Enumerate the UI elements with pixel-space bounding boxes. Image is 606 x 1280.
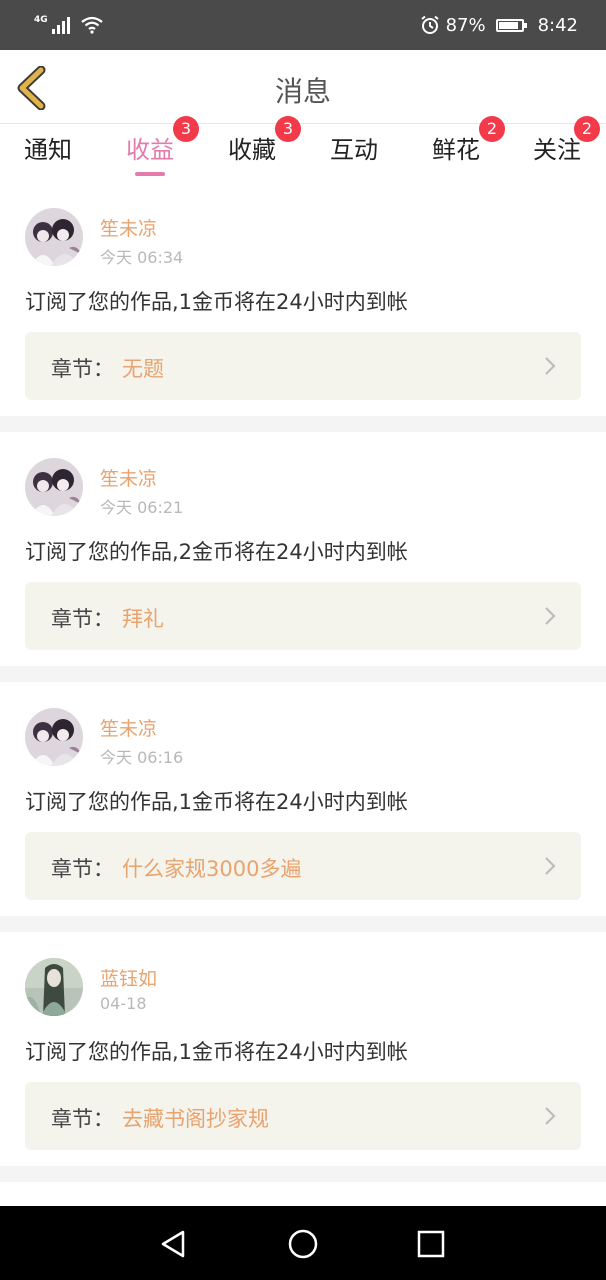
timestamp: 04-18 [100, 994, 147, 1013]
chevron-right-icon [545, 1107, 556, 1125]
timestamp: 今天 06:21 [100, 498, 184, 517]
list-item: 蓝钰如 04-18 订阅了您的作品,1金币将在24小时内到帐 章节： 去藏书阁抄… [0, 932, 606, 1166]
avatar[interactable] [25, 208, 83, 266]
user-name[interactable]: 笙未凉 [100, 214, 157, 241]
tab-flowers[interactable]: 鲜花 2 [411, 116, 505, 182]
chapter-title: 拜礼 [122, 607, 164, 631]
unread-badge: 3 [275, 116, 301, 142]
tab-label: 互动 [330, 136, 378, 164]
chapter-link[interactable]: 章节： 去藏书阁抄家规 [25, 1082, 581, 1150]
list-item: 笙未凉 今天 06:16 订阅了您的作品,1金币将在24小时内到帐 章节： 什么… [0, 682, 606, 916]
wifi-icon [80, 16, 103, 34]
timestamp: 今天 06:16 [100, 748, 184, 767]
tab-interaction[interactable]: 互动 [309, 124, 399, 182]
user-name[interactable]: 蓝钰如 [100, 964, 157, 991]
chapter-link[interactable]: 章节： 无题 [25, 332, 581, 400]
triangle-back-icon[interactable] [157, 1228, 189, 1260]
chapter-title: 去藏书阁抄家规 [122, 1107, 269, 1131]
chapter-label: 章节： [51, 1107, 114, 1131]
avatar[interactable] [25, 708, 83, 766]
status-bar: 4G 87% 8:42 [0, 0, 606, 50]
network-type: 4G [34, 15, 48, 25]
message-text: 订阅了您的作品,2金币将在24小时内到帐 [25, 540, 408, 564]
tab-label: 收益 [126, 136, 174, 164]
tab-follow[interactable]: 关注 2 [512, 116, 602, 182]
clock: 8:42 [537, 14, 578, 36]
tab-earnings[interactable]: 收益 3 [105, 116, 199, 182]
chevron-right-icon [545, 357, 556, 375]
unread-badge: 3 [173, 116, 199, 142]
user-name[interactable]: 笙未凉 [100, 464, 157, 491]
header: 消息 [0, 50, 606, 124]
system-nav-bar [0, 1206, 606, 1280]
chapter-title: 什么家规3000多遍 [122, 857, 302, 881]
chevron-right-icon [545, 857, 556, 875]
avatar[interactable] [25, 458, 83, 516]
battery-icon [495, 18, 527, 32]
tab-bar: 通知 收益 3 收藏 3 互动 鲜花 2 关注 2 [0, 116, 606, 182]
tab-notice[interactable]: 通知 [3, 124, 93, 182]
signal-icon [51, 16, 70, 34]
tab-favorites[interactable]: 收藏 3 [207, 116, 301, 182]
chevron-right-icon [545, 607, 556, 625]
unread-badge: 2 [479, 116, 505, 142]
alarm-icon [420, 15, 439, 34]
tab-label: 鲜花 [432, 136, 480, 164]
unread-badge: 2 [574, 116, 600, 142]
timestamp: 今天 06:34 [100, 248, 184, 267]
avatar[interactable] [25, 958, 83, 1016]
message-text: 订阅了您的作品,1金币将在24小时内到帐 [25, 1040, 408, 1064]
chapter-link[interactable]: 章节： 拜礼 [25, 582, 581, 650]
tab-label: 关注 [533, 136, 581, 164]
message-text: 订阅了您的作品,1金币将在24小时内到帐 [25, 290, 408, 314]
message-text: 订阅了您的作品,1金币将在24小时内到帐 [25, 790, 408, 814]
page-title: 消息 [274, 75, 331, 108]
chapter-title: 无题 [122, 357, 164, 381]
chapter-label: 章节： [51, 357, 114, 381]
message-list: 笙未凉 今天 06:34 订阅了您的作品,1金币将在24小时内到帐 章节： 无题 [0, 182, 606, 1238]
active-tab-indicator [135, 172, 165, 176]
chapter-label: 章节： [51, 857, 114, 881]
circle-home-icon[interactable] [287, 1228, 319, 1260]
square-recents-icon[interactable] [415, 1228, 447, 1260]
chapter-link[interactable]: 章节： 什么家规3000多遍 [25, 832, 581, 900]
list-item: 笙未凉 今天 06:21 订阅了您的作品,2金币将在24小时内到帐 章节： 拜礼 [0, 432, 606, 666]
chapter-label: 章节： [51, 607, 114, 631]
user-name[interactable]: 笙未凉 [100, 714, 157, 741]
tab-label: 收藏 [228, 136, 276, 164]
list-item: 笙未凉 今天 06:34 订阅了您的作品,1金币将在24小时内到帐 章节： 无题 [0, 182, 606, 416]
tab-label: 通知 [24, 136, 72, 164]
battery-percent: 87% [445, 14, 486, 36]
